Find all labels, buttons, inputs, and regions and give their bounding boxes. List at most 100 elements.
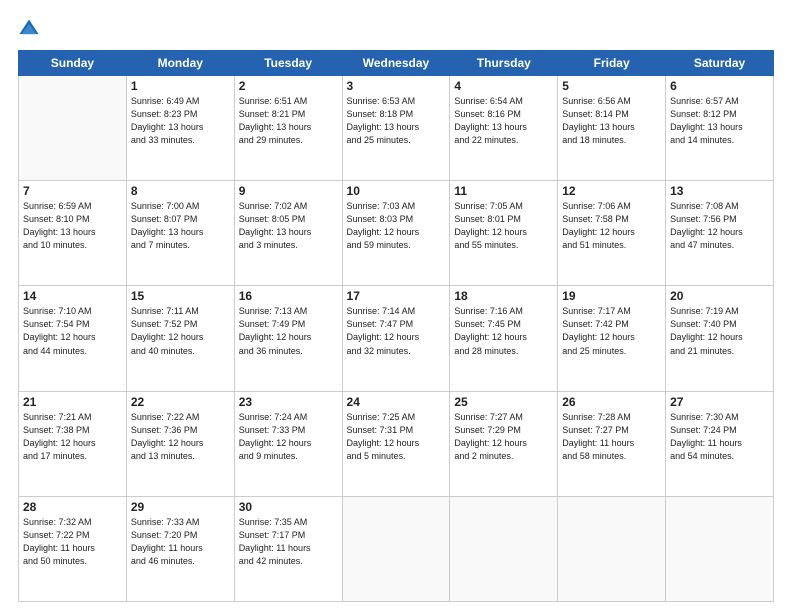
day-info: Sunrise: 7:06 AM Sunset: 7:58 PM Dayligh…	[562, 200, 661, 252]
day-number: 23	[239, 395, 338, 409]
day-info: Sunrise: 7:25 AM Sunset: 7:31 PM Dayligh…	[347, 411, 446, 463]
day-info: Sunrise: 7:08 AM Sunset: 7:56 PM Dayligh…	[670, 200, 769, 252]
day-number: 7	[23, 184, 122, 198]
day-info: Sunrise: 6:54 AM Sunset: 8:16 PM Dayligh…	[454, 95, 553, 147]
day-info: Sunrise: 7:35 AM Sunset: 7:17 PM Dayligh…	[239, 516, 338, 568]
calendar-cell: 30 Sunrise: 7:35 AM Sunset: 7:17 PM Dayli…	[234, 496, 342, 601]
calendar-cell: 13 Sunrise: 7:08 AM Sunset: 7:56 PM Dayli…	[666, 181, 774, 286]
calendar-cell	[558, 496, 666, 601]
day-number: 1	[131, 79, 230, 93]
calendar-cell	[450, 496, 558, 601]
col-header-saturday: Saturday	[666, 51, 774, 76]
day-info: Sunrise: 7:32 AM Sunset: 7:22 PM Dayligh…	[23, 516, 122, 568]
calendar-cell: 19Sunrise: 7:17 AM Sunset: 7:42 PM Dayli…	[558, 286, 666, 391]
calendar-cell: 5 Sunrise: 6:56 AM Sunset: 8:14 PM Daylig…	[558, 76, 666, 181]
calendar-cell: 3 Sunrise: 6:53 AM Sunset: 8:18 PM Daylig…	[342, 76, 450, 181]
calendar-cell: 23 Sunrise: 7:24 AM Sunset: 7:33 PM Dayli…	[234, 391, 342, 496]
day-number: 15	[131, 289, 230, 303]
calendar-cell: 15 Sunrise: 7:11 AM Sunset: 7:52 PM Dayli…	[126, 286, 234, 391]
calendar-cell: 12 Sunrise: 7:06 AM Sunset: 7:58 PM Dayli…	[558, 181, 666, 286]
day-info: Sunrise: 7:19 AM Sunset: 7:40 PM Dayligh…	[670, 305, 769, 357]
logo-icon	[18, 18, 40, 40]
day-info: Sunrise: 6:51 AM Sunset: 8:21 PM Dayligh…	[239, 95, 338, 147]
day-info: Sunrise: 7:11 AM Sunset: 7:52 PM Dayligh…	[131, 305, 230, 357]
day-info: Sunrise: 7:03 AM Sunset: 8:03 PM Dayligh…	[347, 200, 446, 252]
day-number: 25	[454, 395, 553, 409]
day-number: 8	[131, 184, 230, 198]
day-info: Sunrise: 6:49 AM Sunset: 8:23 PM Dayligh…	[131, 95, 230, 147]
day-number: 17	[347, 289, 446, 303]
calendar-cell: 7 Sunrise: 6:59 AM Sunset: 8:10 PM Daylig…	[19, 181, 127, 286]
day-info: Sunrise: 6:56 AM Sunset: 8:14 PM Dayligh…	[562, 95, 661, 147]
day-number: 11	[454, 184, 553, 198]
logo	[18, 18, 42, 40]
calendar-cell: 28 Sunrise: 7:32 AM Sunset: 7:22 PM Dayli…	[19, 496, 127, 601]
calendar-cell: 4 Sunrise: 6:54 AM Sunset: 8:16 PM Daylig…	[450, 76, 558, 181]
col-header-friday: Friday	[558, 51, 666, 76]
calendar-cell: 8 Sunrise: 7:00 AM Sunset: 8:07 PM Daylig…	[126, 181, 234, 286]
col-header-thursday: Thursday	[450, 51, 558, 76]
day-number: 29	[131, 500, 230, 514]
day-number: 9	[239, 184, 338, 198]
calendar-cell: 11 Sunrise: 7:05 AM Sunset: 8:01 PM Dayli…	[450, 181, 558, 286]
day-number: 21	[23, 395, 122, 409]
day-number: 3	[347, 79, 446, 93]
calendar-cell: 18Sunrise: 7:16 AM Sunset: 7:45 PM Dayli…	[450, 286, 558, 391]
day-number: 26	[562, 395, 661, 409]
day-number: 27	[670, 395, 769, 409]
day-number: 14	[23, 289, 122, 303]
day-info: Sunrise: 7:27 AM Sunset: 7:29 PM Dayligh…	[454, 411, 553, 463]
calendar-cell: 2 Sunrise: 6:51 AM Sunset: 8:21 PM Daylig…	[234, 76, 342, 181]
day-number: 6	[670, 79, 769, 93]
day-number: 18	[454, 289, 553, 303]
day-info: Sunrise: 7:33 AM Sunset: 7:20 PM Dayligh…	[131, 516, 230, 568]
day-number: 22	[131, 395, 230, 409]
day-info: Sunrise: 7:13 AM Sunset: 7:49 PM Dayligh…	[239, 305, 338, 357]
calendar-cell: 1 Sunrise: 6:49 AM Sunset: 8:23 PM Daylig…	[126, 76, 234, 181]
calendar-cell: 27 Sunrise: 7:30 AM Sunset: 7:24 PM Dayli…	[666, 391, 774, 496]
calendar-cell	[19, 76, 127, 181]
col-header-wednesday: Wednesday	[342, 51, 450, 76]
day-number: 12	[562, 184, 661, 198]
day-info: Sunrise: 6:53 AM Sunset: 8:18 PM Dayligh…	[347, 95, 446, 147]
day-number: 2	[239, 79, 338, 93]
day-info: Sunrise: 7:28 AM Sunset: 7:27 PM Dayligh…	[562, 411, 661, 463]
day-number: 20	[670, 289, 769, 303]
day-info: Sunrise: 7:05 AM Sunset: 8:01 PM Dayligh…	[454, 200, 553, 252]
calendar-cell	[666, 496, 774, 601]
day-info: Sunrise: 7:24 AM Sunset: 7:33 PM Dayligh…	[239, 411, 338, 463]
calendar-cell: 14 Sunrise: 7:10 AM Sunset: 7:54 PM Dayli…	[19, 286, 127, 391]
day-info: Sunrise: 7:00 AM Sunset: 8:07 PM Dayligh…	[131, 200, 230, 252]
col-header-sunday: Sunday	[19, 51, 127, 76]
day-number: 19	[562, 289, 661, 303]
day-info: Sunrise: 7:30 AM Sunset: 7:24 PM Dayligh…	[670, 411, 769, 463]
calendar-cell: 10 Sunrise: 7:03 AM Sunset: 8:03 PM Dayli…	[342, 181, 450, 286]
day-number: 13	[670, 184, 769, 198]
calendar-cell: 26 Sunrise: 7:28 AM Sunset: 7:27 PM Dayli…	[558, 391, 666, 496]
day-info: Sunrise: 7:22 AM Sunset: 7:36 PM Dayligh…	[131, 411, 230, 463]
day-info: Sunrise: 7:10 AM Sunset: 7:54 PM Dayligh…	[23, 305, 122, 357]
calendar-cell: 9 Sunrise: 7:02 AM Sunset: 8:05 PM Daylig…	[234, 181, 342, 286]
day-info: Sunrise: 7:14 AM Sunset: 7:47 PM Dayligh…	[347, 305, 446, 357]
header	[18, 18, 774, 40]
calendar-cell	[342, 496, 450, 601]
day-number: 4	[454, 79, 553, 93]
calendar-cell: 16Sunrise: 7:13 AM Sunset: 7:49 PM Dayli…	[234, 286, 342, 391]
calendar-cell: 22 Sunrise: 7:22 AM Sunset: 7:36 PM Dayli…	[126, 391, 234, 496]
col-header-tuesday: Tuesday	[234, 51, 342, 76]
calendar-cell: 20 Sunrise: 7:19 AM Sunset: 7:40 PM Dayli…	[666, 286, 774, 391]
day-info: Sunrise: 6:59 AM Sunset: 8:10 PM Dayligh…	[23, 200, 122, 252]
day-number: 28	[23, 500, 122, 514]
col-header-monday: Monday	[126, 51, 234, 76]
day-number: 30	[239, 500, 338, 514]
calendar-cell: 21 Sunrise: 7:21 AM Sunset: 7:38 PM Dayli…	[19, 391, 127, 496]
day-info: Sunrise: 7:02 AM Sunset: 8:05 PM Dayligh…	[239, 200, 338, 252]
day-number: 10	[347, 184, 446, 198]
calendar-cell: 17 Sunrise: 7:14 AM Sunset: 7:47 PM Dayli…	[342, 286, 450, 391]
calendar-cell: 29 Sunrise: 7:33 AM Sunset: 7:20 PM Dayli…	[126, 496, 234, 601]
calendar-table: SundayMondayTuesdayWednesdayThursdayFrid…	[18, 50, 774, 602]
day-number: 24	[347, 395, 446, 409]
day-info: Sunrise: 7:21 AM Sunset: 7:38 PM Dayligh…	[23, 411, 122, 463]
day-number: 5	[562, 79, 661, 93]
calendar-cell: 25 Sunrise: 7:27 AM Sunset: 7:29 PM Dayli…	[450, 391, 558, 496]
